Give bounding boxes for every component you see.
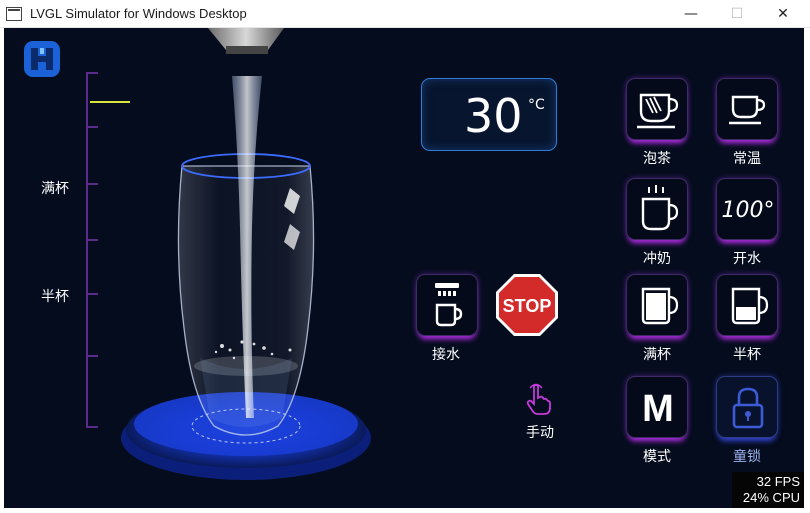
mode-label-mode: 模式 (643, 449, 671, 465)
scale-tick (86, 426, 98, 428)
mode-button-half-cup[interactable] (716, 274, 778, 336)
scale-label-half: 半杯 (41, 289, 69, 305)
temperature-value: 30 (464, 89, 523, 143)
mode-label-room-temp: 常温 (733, 151, 761, 167)
mode-label-half-cup: 半杯 (733, 347, 761, 363)
stop-button[interactable]: STOP (494, 272, 560, 338)
cup-icon (729, 95, 766, 125)
scale-label-full: 满杯 (41, 181, 69, 197)
mode-button-milk[interactable] (626, 178, 688, 240)
dispense-water-label: 接水 (432, 347, 460, 363)
water-tap-icon (435, 283, 463, 327)
window-bottom-edge (0, 508, 810, 513)
dispense-water-button[interactable] (416, 274, 478, 336)
mode-button-room-temp[interactable] (716, 78, 778, 140)
close-icon: ✕ (777, 6, 789, 22)
mode-label-milk: 冲奶 (643, 251, 671, 267)
mode-button-mode[interactable]: M (626, 376, 688, 438)
scale-tick (86, 355, 98, 357)
window-title: LVGL Simulator for Windows Desktop (30, 6, 247, 21)
child-lock-label: 童锁 (733, 449, 761, 465)
child-lock-button[interactable] (716, 376, 778, 438)
scale-tick (86, 183, 98, 185)
scale-tick (86, 239, 98, 241)
scale-tick (86, 126, 98, 128)
manual-label: 手动 (526, 425, 554, 441)
close-button[interactable]: ✕ (760, 0, 806, 28)
tea-cup-icon (637, 93, 679, 129)
scale-tick (86, 72, 98, 74)
mode-text: M (642, 388, 674, 430)
mode-button-boiling[interactable]: 100° (716, 178, 778, 240)
boiling-100-icon: 100° (722, 198, 775, 223)
scale-tick (86, 293, 98, 295)
stop-text: STOP (503, 296, 552, 316)
mode-button-full-cup[interactable] (626, 274, 688, 336)
hot-mug-icon (641, 185, 679, 231)
lock-icon (732, 387, 764, 429)
performance-monitor: 32 FPS 24% CPU (732, 472, 804, 508)
minimize-icon: — (684, 6, 698, 22)
app-icon (6, 7, 22, 21)
mode-label-boiling: 开水 (733, 251, 761, 267)
fps-readout: 32 FPS (756, 474, 800, 489)
hand-pointer-icon[interactable] (524, 382, 554, 416)
mode-label-full-cup: 满杯 (643, 347, 671, 363)
mode-label-tea: 泡茶 (643, 151, 671, 167)
cpu-readout: 24% CPU (742, 490, 800, 505)
brand-logo-icon (24, 41, 60, 77)
glass-scene (121, 28, 371, 480)
lvgl-canvas: 满杯 半杯 30 °C 接水 STOP 手动 泡茶 常温 冲奶 100° 开水 … (4, 28, 804, 508)
maximize-icon: ☐ (730, 6, 744, 22)
maximize-button[interactable]: ☐ (714, 0, 760, 28)
minimize-button[interactable]: — (668, 0, 714, 28)
temperature-display: 30 °C (421, 78, 557, 151)
half-cup-icon (731, 287, 769, 325)
window-right-edge (804, 28, 810, 513)
boiling-text: 100° (722, 198, 775, 223)
temperature-unit: °C (528, 97, 545, 113)
full-cup-icon (641, 287, 679, 325)
window-titlebar: LVGL Simulator for Windows Desktop — ☐ ✕ (0, 0, 810, 28)
m-mode-icon: M (642, 388, 674, 430)
mode-button-tea[interactable] (626, 78, 688, 140)
